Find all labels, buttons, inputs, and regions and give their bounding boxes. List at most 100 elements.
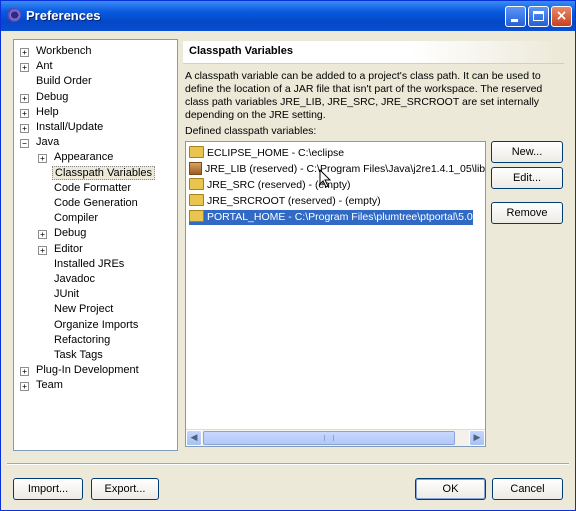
expand-icon[interactable]: +: [20, 93, 29, 103]
tree-item[interactable]: + Install/Update: [20, 120, 105, 135]
list-item-label: JRE_SRCROOT (reserved) - (empty): [207, 195, 381, 207]
expand-icon[interactable]: +: [20, 48, 29, 57]
tree-item[interactable]: + Debug: [38, 226, 88, 241]
tree-item-label: Compiler: [54, 212, 99, 225]
folder-icon: [189, 194, 204, 207]
grip-icon: [324, 435, 334, 441]
expand-icon[interactable]: +: [20, 124, 29, 133]
tree-item-label: Organize Imports: [54, 318, 139, 331]
tree-item-label: JUnit: [54, 288, 80, 301]
remove-button[interactable]: Remove: [491, 202, 563, 224]
tree-item[interactable]: Code Generation: [52, 196, 140, 211]
scroll-right-icon[interactable]: ▶: [469, 430, 485, 446]
edit-button[interactable]: Edit...: [491, 167, 563, 189]
preferences-window: Preferences × + Workbench + Ant Build Order +…: [0, 0, 576, 511]
ok-button[interactable]: OK: [415, 478, 486, 500]
tree-item-label: Installed JREs: [54, 257, 125, 270]
tree-item-label: New Project: [54, 303, 114, 316]
tree-item[interactable]: Build Order: [34, 74, 94, 89]
footer-separator: [7, 463, 569, 465]
tree-item-label: Javadoc: [54, 273, 95, 285]
tree-item[interactable]: − Java: [20, 135, 61, 150]
expand-icon[interactable]: +: [20, 382, 29, 392]
tree-item[interactable]: Task Tags: [52, 348, 105, 363]
tree-item-label: Java: [36, 136, 60, 149]
tree-item-label: Debug: [36, 90, 69, 103]
new-button[interactable]: New...: [491, 141, 563, 163]
tree-item[interactable]: + Help: [20, 105, 61, 120]
page-header: Classpath Variables: [183, 41, 564, 64]
expand-icon[interactable]: +: [38, 154, 47, 164]
import-button[interactable]: Import...: [13, 478, 83, 500]
page-description: A classpath variable can be added to a p…: [185, 70, 551, 122]
tree-item-label: Debug: [54, 227, 87, 240]
tree-item[interactable]: Code Formatter: [52, 181, 133, 196]
minimize-button[interactable]: [505, 6, 526, 27]
tree-item[interactable]: Classpath Variables: [52, 165, 156, 181]
tree-item[interactable]: + Plug-In Development: [20, 363, 141, 378]
tree-item-label: Classpath Variables: [52, 165, 156, 180]
title-bar[interactable]: Preferences ×: [1, 1, 575, 31]
description-line: A classpath variable can be added to a p…: [185, 70, 541, 82]
tree-item[interactable]: JUnit: [52, 287, 81, 302]
tree-item-label: Code Formatter: [54, 181, 132, 194]
tree-item[interactable]: + Team: [20, 378, 65, 393]
close-button[interactable]: ×: [551, 6, 572, 27]
tree-item-label: Editor: [54, 242, 83, 255]
tree-item-label: Workbench: [36, 45, 92, 57]
expand-icon[interactable]: +: [38, 245, 47, 255]
tree-item[interactable]: Installed JREs: [52, 257, 126, 272]
scroll-left-icon[interactable]: ◀: [186, 430, 202, 446]
tree-item[interactable]: Organize Imports: [52, 318, 140, 333]
maximize-button[interactable]: [528, 6, 549, 27]
expand-icon[interactable]: +: [20, 63, 29, 73]
description-line: define the location of a JAR file that i…: [185, 83, 543, 95]
scroll-thumb[interactable]: [203, 431, 455, 445]
list-item[interactable]: ECLIPSE_HOME - C:\eclipse: [189, 146, 344, 161]
tree-item[interactable]: Refactoring: [52, 333, 112, 348]
tree-item[interactable]: + Debug: [20, 90, 70, 105]
expand-icon[interactable]: +: [38, 230, 47, 240]
description-line: depending on the JRE setting.: [185, 109, 326, 121]
minimize-icon: [511, 19, 518, 22]
eclipse-icon: [7, 8, 21, 22]
tree-item[interactable]: New Project: [52, 302, 115, 317]
list-item-label: ECLIPSE_HOME - C:\eclipse: [207, 147, 345, 159]
description-line: class path variables JRE_LIB, JRE_SRC, J…: [185, 96, 540, 108]
tree-item-label: Task Tags: [54, 349, 103, 361]
tree-item-label: Plug-In Development: [36, 364, 139, 377]
tree-item-label: Refactoring: [54, 333, 111, 346]
tree-item[interactable]: Compiler: [52, 211, 100, 226]
window-title: Preferences: [26, 8, 101, 23]
jar-icon: [189, 161, 202, 175]
list-item-label: PORTAL_HOME - C:\Program Files\plumtree\…: [207, 211, 473, 223]
list-item[interactable]: PORTAL_HOME - C:\Program Files\plumtree\…: [189, 210, 473, 225]
tree-item-label: Team: [36, 379, 63, 392]
list-item[interactable]: JRE_LIB (reserved) - C:\Program Files\Ja…: [189, 161, 486, 177]
collapse-icon[interactable]: −: [20, 139, 29, 149]
classpath-variables-list[interactable]: ECLIPSE_HOME - C:\eclipse JRE_LIB (reserv…: [185, 141, 486, 447]
tree-item-label: Build Order: [36, 75, 92, 88]
tree-item[interactable]: + Appearance: [38, 150, 115, 165]
cancel-button[interactable]: Cancel: [492, 478, 563, 500]
expand-icon[interactable]: +: [20, 367, 29, 377]
page-title: Classpath Variables: [189, 45, 293, 57]
list-item-label: JRE_LIB (reserved) - C:\Program Files\Ja…: [205, 163, 486, 175]
list-item[interactable]: JRE_SRCROOT (reserved) - (empty): [189, 194, 381, 209]
tree-item-label: Ant: [36, 60, 53, 73]
defined-variables-label: Defined classpath variables:: [185, 125, 317, 137]
horizontal-scrollbar[interactable]: ◀ ▶: [186, 429, 485, 446]
close-icon: ×: [555, 8, 568, 24]
tree-item[interactable]: + Ant: [20, 59, 55, 74]
tree-item[interactable]: + Editor: [38, 242, 85, 257]
folder-icon: [189, 210, 204, 223]
preferences-tree[interactable]: + Workbench + Ant Build Order + Debug + Help + Ins…: [13, 39, 178, 451]
maximize-icon: [533, 11, 544, 21]
tree-item[interactable]: Javadoc: [52, 272, 97, 287]
tree-item[interactable]: + Workbench: [20, 44, 93, 59]
tree-item-label: Install/Update: [36, 121, 104, 133]
folder-icon: [189, 146, 204, 159]
export-button[interactable]: Export...: [91, 478, 159, 500]
tree-item-label: Help: [36, 105, 59, 118]
expand-icon[interactable]: +: [20, 108, 29, 118]
